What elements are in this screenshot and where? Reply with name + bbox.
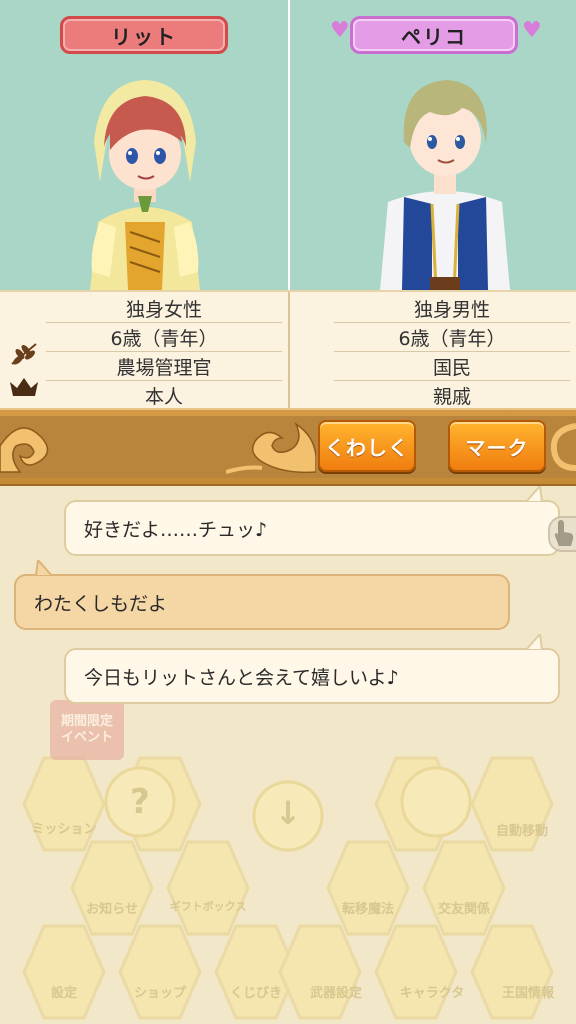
- menu-friends[interactable]: 交友関係: [418, 898, 510, 917]
- menu-lottery[interactable]: くじびき: [210, 982, 302, 1001]
- chat-tail: [524, 486, 544, 502]
- left-profile-status: 独身女性: [46, 294, 282, 323]
- left-portrait[interactable]: リット: [0, 0, 288, 290]
- hand-pointer-glyph: [554, 520, 574, 546]
- event-badge-line1: 期間限定: [60, 714, 113, 729]
- chat-bubble-left-1: わたくしもだよ: [14, 574, 510, 630]
- menu-kingdom-info[interactable]: 王国情報: [482, 982, 574, 1001]
- right-profile: 独身男性 6歳（青年） 国民 親戚: [288, 292, 576, 410]
- chat-text: わたくしもだよ: [34, 592, 168, 615]
- crown-icon: [10, 378, 38, 396]
- right-name-plate: ペリコ: [350, 16, 518, 54]
- heart-icon: ♥: [522, 18, 542, 43]
- ornament-center: [226, 421, 316, 474]
- details-button[interactable]: くわしく: [318, 420, 416, 472]
- event-badge-line2: イベント: [60, 730, 113, 745]
- chat-tail: [524, 634, 544, 650]
- menu-news[interactable]: お知らせ: [66, 898, 158, 917]
- chat-text: 好きだよ……チュッ♪: [84, 518, 268, 541]
- menu-weapon-settings[interactable]: 武器設定: [290, 982, 382, 1001]
- wheat-icon: [11, 343, 37, 365]
- menu-teleport[interactable]: 転移魔法: [322, 898, 414, 917]
- portrait-area: リット ♥ ペリコ ♥: [0, 0, 576, 290]
- menu-help-icon[interactable]: ?: [94, 782, 186, 822]
- right-character-name: ペリコ: [401, 24, 467, 49]
- ornament-right: [550, 423, 576, 471]
- chat-bubble-right-2: 今日もリットさんと会えて嬉しいよ♪: [64, 648, 560, 704]
- right-portrait[interactable]: ♥ ペリコ ♥: [288, 0, 576, 290]
- right-character-figure: [380, 80, 510, 290]
- right-profile-age: 6歳（青年）: [334, 323, 570, 352]
- left-character-figure: [90, 80, 200, 290]
- ornament-left: [0, 427, 49, 473]
- left-name-plate: リット: [60, 16, 228, 54]
- limited-event-badge[interactable]: 期間限定 イベント: [50, 700, 124, 760]
- left-profile-age: 6歳（青年）: [46, 323, 282, 352]
- right-profile-status: 独身男性: [334, 294, 570, 323]
- left-profile-job: 農場管理官: [46, 352, 282, 381]
- menu-shop[interactable]: ショップ: [114, 982, 206, 1001]
- left-profile: 独身女性 6歳（青年） 農場管理官 本人: [0, 292, 288, 410]
- heart-icon: ♥: [330, 18, 350, 43]
- menu-settings[interactable]: 設定: [18, 982, 110, 1001]
- right-profile-relation: 親戚: [334, 381, 570, 410]
- left-character-name: リット: [111, 24, 177, 49]
- chat-text: 今日もリットさんと会えて嬉しいよ♪: [84, 666, 399, 689]
- mark-button[interactable]: マーク: [448, 420, 546, 472]
- hand-pointer-icon[interactable]: [548, 516, 576, 552]
- chat-bubble-right-1: 好きだよ……チュッ♪: [64, 500, 560, 556]
- menu-character[interactable]: キャラクタ: [386, 982, 478, 1001]
- right-profile-job: 国民: [334, 352, 570, 381]
- profile-table: 独身女性 6歳（青年） 農場管理官 本人 独身男性 6歳（青年） 国民 親戚: [0, 290, 576, 410]
- chat-tail: [34, 560, 54, 576]
- menu-auto-move[interactable]: 自動移動: [476, 820, 568, 839]
- menu-down-arrow-icon[interactable]: ↓: [242, 794, 334, 832]
- left-profile-relation: 本人: [46, 381, 282, 410]
- menu-gift-box[interactable]: ギフトボックス: [162, 898, 254, 914]
